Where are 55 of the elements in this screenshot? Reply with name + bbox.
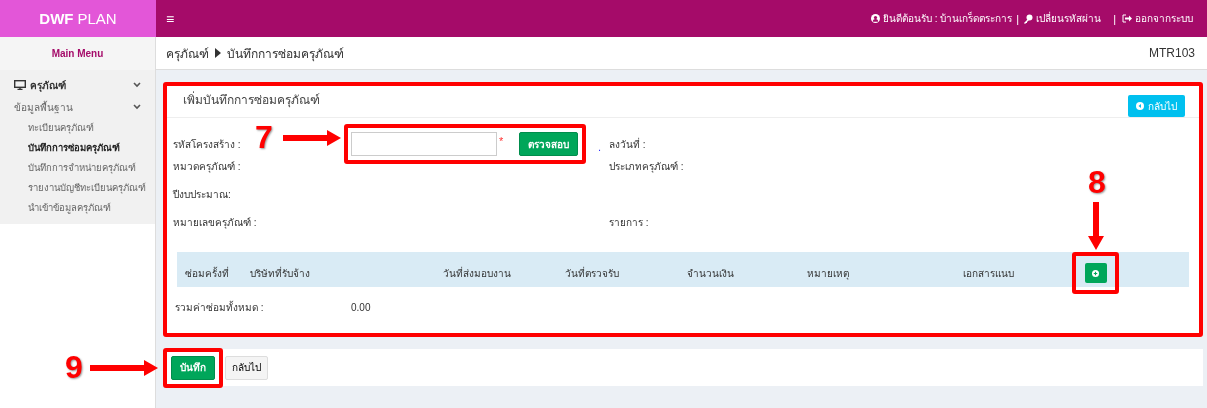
screen-code: MTR103	[1149, 46, 1195, 60]
callout-number: 8	[1088, 164, 1106, 201]
field-label: รหัสโครงสร้าง :	[173, 137, 241, 152]
cancel-button[interactable]: กลับไป	[225, 355, 268, 380]
column-header: เอกสารแนบ	[962, 266, 1015, 281]
callout-number: 9	[65, 349, 83, 386]
sidebar-section[interactable]: ครุภัณฑ์	[14, 76, 141, 94]
plus-icon	[1092, 269, 1099, 277]
sidebar-item[interactable]: นำเข้าข้อมูลครุภัณฑ์	[14, 200, 141, 216]
sidebar-item[interactable]: บันทึกการซ่อมครุภัณฑ์	[14, 140, 141, 156]
chevron-icon	[133, 104, 141, 110]
separator: |	[1113, 12, 1116, 25]
total-value: 0.00	[351, 301, 371, 313]
caret-icon	[215, 48, 221, 58]
column-header: ซ่อมครั้งที่	[184, 265, 230, 281]
breadcrumb-current: บันทึกการซ่อมครุภัณฑ์	[227, 45, 344, 63]
app-logo: DWF PLAN	[0, 0, 156, 37]
section-label: ครุภัณฑ์	[30, 78, 66, 93]
logout-icon	[1122, 14, 1132, 23]
add-button[interactable]	[1084, 263, 1107, 283]
structure-code-field[interactable]	[351, 132, 497, 156]
callout-arrow	[283, 130, 341, 146]
field-label: ปีงบประมาณ:	[173, 187, 231, 202]
arrow-circle-icon	[1136, 102, 1144, 110]
callout-number: 7	[255, 119, 273, 156]
breadcrumb-parent[interactable]: ครุภัณฑ์	[166, 43, 209, 63]
column-header: บริษัทที่รับจ้าง	[249, 265, 311, 281]
column-header: วันที่ส่งมอบงาน	[442, 265, 512, 281]
field-label: รายการ :	[609, 215, 649, 230]
callout-arrow	[90, 360, 158, 376]
change-password-link[interactable]: เปลี่ยนรหัสผ่าน	[1023, 11, 1102, 26]
field-label: หมายเลขครุภัณฑ์ :	[173, 215, 257, 230]
total-label: รวมค่าซ่อมทั้งหมด :	[175, 299, 264, 315]
logout-link[interactable]: ออกจากระบบ	[1122, 11, 1193, 26]
panel-title: เพิ่มบันทึกการซ่อมครุภัณฑ์	[183, 90, 320, 109]
dot-mark: .	[598, 141, 602, 153]
field-label: ประเภทครุภัณฑ์ :	[609, 159, 684, 174]
chevron-icon	[133, 82, 141, 88]
key-icon	[1023, 13, 1034, 24]
monitor-icon	[14, 80, 26, 90]
field-label: หมวดครุภัณฑ์ :	[173, 159, 241, 174]
required-mark: *	[499, 135, 504, 147]
menu-toggle[interactable]: ≡	[166, 10, 175, 27]
callout-arrow	[1088, 202, 1104, 250]
welcome-link[interactable]: ยินดีต้อนรับ : บ้านเกร็ดตระการ	[870, 11, 1013, 26]
field-label: ลงวันที่ :	[609, 136, 646, 152]
sidebar-item[interactable]: ทะเบียนครุภัณฑ์	[14, 120, 141, 136]
sidebar-title: Main Menu	[0, 37, 155, 70]
column-header: วันที่ตรวจรับ	[564, 265, 620, 281]
column-header: จำนวนเงิน	[686, 266, 735, 281]
user-icon	[870, 14, 880, 23]
column-header: หมายเหตุ	[806, 266, 850, 281]
sidebar-subsection[interactable]: ข้อมูลพื้นฐาน	[14, 98, 141, 116]
separator: |	[1016, 12, 1020, 25]
sidebar-item[interactable]: บันทึกการจำหน่ายครุภัณฑ์	[14, 160, 141, 176]
